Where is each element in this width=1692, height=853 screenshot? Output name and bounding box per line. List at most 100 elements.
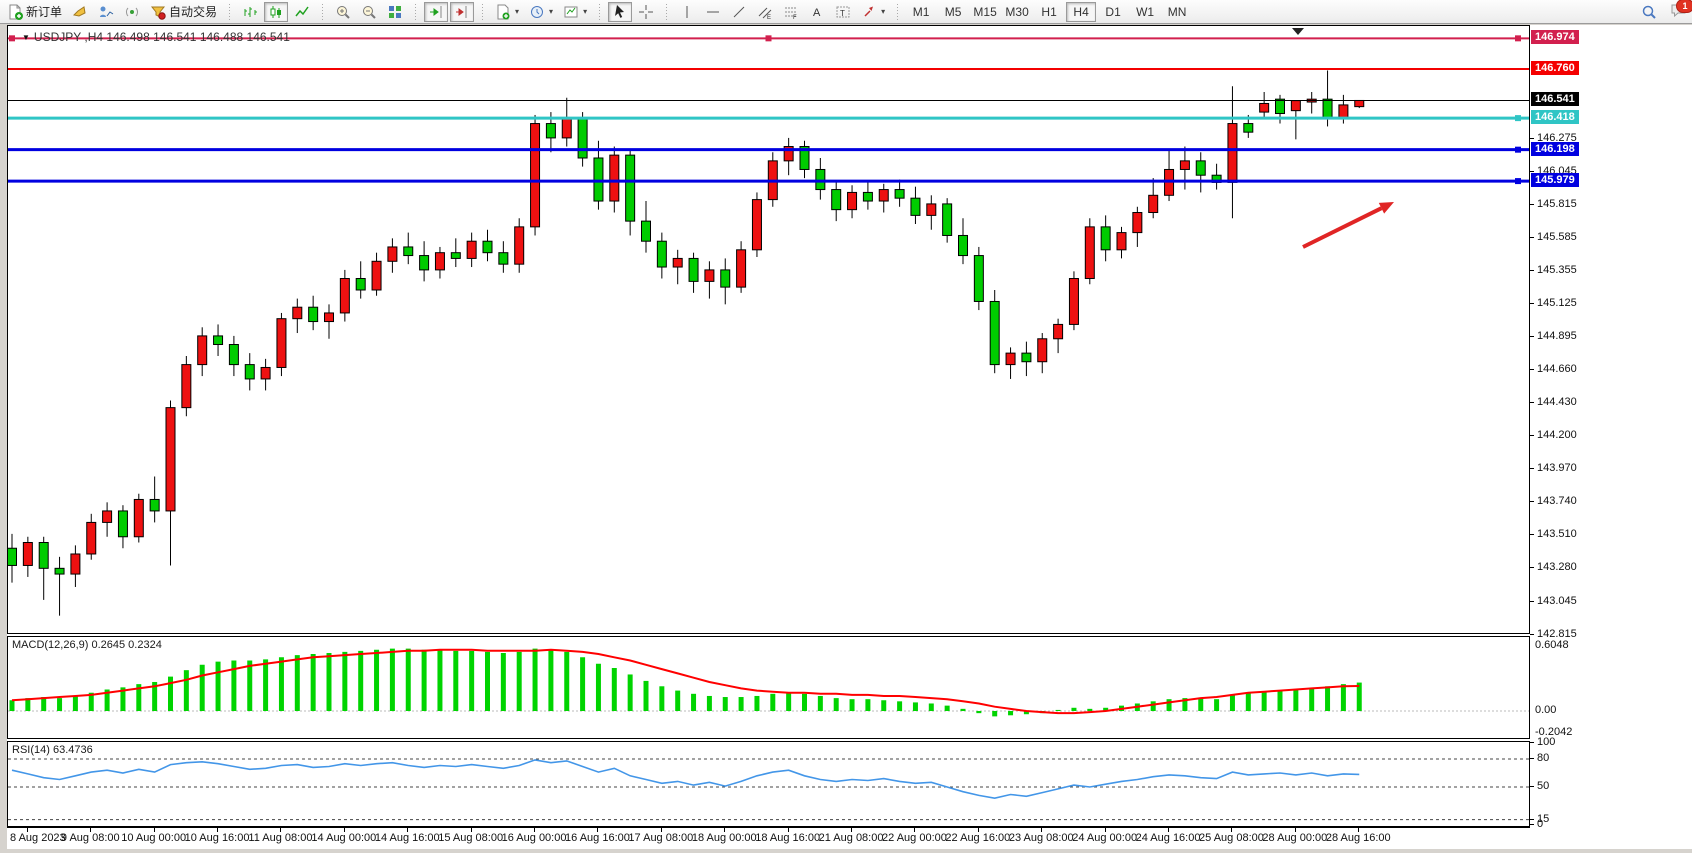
text-label-icon: T [835, 4, 851, 20]
svg-text:E: E [767, 15, 771, 20]
timeframe-m15[interactable]: M15 [970, 2, 1000, 22]
horn-button[interactable] [68, 2, 92, 22]
crosshair-button[interactable] [634, 2, 658, 22]
zoom-group [328, 0, 410, 23]
timeframe-h4[interactable]: H4 [1066, 2, 1096, 22]
time-label: 23 Aug 08:00 [1009, 832, 1074, 844]
autotrading-button[interactable]: 自动交易 [146, 2, 221, 22]
vertical-line-button[interactable] [675, 2, 699, 22]
time-axis[interactable]: 8 Aug 20239 Aug 08:0010 Aug 00:0010 Aug … [7, 827, 1530, 849]
time-label: 24 Aug 16:00 [1136, 832, 1201, 844]
time-label: 8 Aug 2023 [10, 832, 66, 844]
indicators-button[interactable]: ▾ [491, 2, 523, 22]
price-level-badge[interactable]: 146.418 [1531, 110, 1579, 124]
timeframe-w1[interactable]: W1 [1130, 2, 1160, 22]
time-label: 21 Aug 08:00 [819, 832, 884, 844]
trade-group: 新订单 自动交易 [0, 0, 224, 23]
templates-button[interactable]: ▾ [559, 2, 591, 22]
chart-title: ▼ USDJPY ,H4 146.498 146.541 146.488 146… [22, 30, 290, 44]
current-price-badge: 146.541 [1531, 92, 1579, 106]
chart-dropdown-marker-icon: ▼ [22, 33, 30, 42]
objects-group: E F A T ▾ [672, 0, 892, 23]
periods-clock-icon [529, 4, 545, 20]
line-chart-button[interactable] [290, 2, 314, 22]
macd-canvas [8, 637, 1529, 738]
cursor-group [605, 0, 661, 23]
text-label-button[interactable]: T [831, 2, 855, 22]
zoom-in-button[interactable] [331, 2, 355, 22]
new-order-label: 新订单 [26, 3, 62, 20]
timeframe-m1[interactable]: M1 [906, 2, 936, 22]
chart-title-text: USDJPY ,H4 146.498 146.541 146.488 146.5… [34, 30, 290, 44]
time-label: 22 Aug 16:00 [945, 832, 1010, 844]
trader-profile-button[interactable] [94, 2, 118, 22]
price-level-badge[interactable]: 146.760 [1531, 61, 1579, 75]
svg-text:T: T [840, 9, 845, 18]
macd-indicator-pane[interactable]: MACD(12,26,9) 0.2645 0.2324 [7, 636, 1530, 739]
fibonacci-icon: F [783, 4, 799, 20]
periods-button[interactable]: ▾ [525, 2, 557, 22]
time-label: 10 Aug 16:00 [185, 832, 250, 844]
time-label: 9 Aug 08:00 [61, 832, 120, 844]
time-label: 16 Aug 00:00 [502, 832, 567, 844]
auto-scroll-icon [428, 4, 444, 20]
chat-button[interactable]: 1 [1670, 2, 1688, 22]
svg-text:A: A [813, 7, 821, 19]
trend-arrow-annotation [1303, 208, 1381, 247]
signals-button[interactable] [120, 2, 144, 22]
rsi-canvas [8, 742, 1529, 826]
chevron-down-icon: ▾ [515, 7, 519, 16]
svg-text:F: F [793, 15, 797, 20]
price-axis[interactable]: 146.275146.045145.815145.585145.355145.1… [1530, 25, 1688, 827]
rsi-indicator-pane[interactable]: RSI(14) 63.4736 [7, 741, 1530, 827]
arrows-button[interactable]: ▾ [857, 2, 889, 22]
text-button[interactable]: A [805, 2, 829, 22]
new-order-button[interactable]: 新订单 [3, 2, 66, 22]
fibonacci-button[interactable]: F [779, 2, 803, 22]
toolbar-separator [226, 3, 233, 21]
trendline-button[interactable] [727, 2, 751, 22]
timeframe-m5[interactable]: M5 [938, 2, 968, 22]
crosshair-icon [638, 4, 654, 20]
time-label: 22 Aug 00:00 [882, 832, 947, 844]
equidistant-channel-icon: E [757, 4, 773, 20]
toolbar-separator [894, 3, 901, 21]
autotrading-label: 自动交易 [169, 3, 217, 20]
auto-scroll-button[interactable] [424, 2, 448, 22]
arrows-icon [861, 4, 877, 20]
timeframe-mn[interactable]: MN [1162, 2, 1192, 22]
main-chart-canvas [8, 26, 1529, 633]
toolbar-separator [663, 3, 670, 21]
rsi-line [12, 760, 1359, 798]
insert-group: ▾ ▾ ▾ [488, 0, 594, 23]
cursor-button[interactable] [608, 2, 632, 22]
vertical-line-icon [679, 4, 695, 20]
candlestick-chart-icon [268, 4, 284, 20]
time-label: 24 Aug 00:00 [1072, 832, 1137, 844]
toolbar-separator [596, 3, 603, 21]
cursor-icon [612, 4, 628, 20]
chart-type-group [235, 0, 317, 23]
toolbar-separator [412, 3, 419, 21]
chart-shift-button[interactable] [450, 2, 474, 22]
main-chart-pane[interactable]: ▼ USDJPY ,H4 146.498 146.541 146.488 146… [7, 25, 1530, 634]
chart-shift-icon [454, 4, 470, 20]
time-label: 17 Aug 08:00 [628, 832, 693, 844]
zoom-out-button[interactable] [357, 2, 381, 22]
price-level-badge[interactable]: 146.198 [1531, 142, 1579, 156]
indicators-add-icon [495, 4, 511, 20]
channel-button[interactable]: E [753, 2, 777, 22]
price-level-badge[interactable]: 145.979 [1531, 173, 1579, 187]
bar-chart-button[interactable] [238, 2, 262, 22]
time-label: 15 Aug 08:00 [438, 832, 503, 844]
timeframe-d1[interactable]: D1 [1098, 2, 1128, 22]
horizontal-line-button[interactable] [701, 2, 725, 22]
tile-windows-button[interactable] [383, 2, 407, 22]
candlestick-chart-button[interactable] [264, 2, 288, 22]
price-level-badge[interactable]: 146.974 [1531, 30, 1579, 44]
timeframe-h1[interactable]: H1 [1034, 2, 1064, 22]
toolbar-separator [319, 3, 326, 21]
search-button[interactable] [1637, 2, 1661, 22]
timeframe-m30[interactable]: M30 [1002, 2, 1032, 22]
time-label: 11 Aug 08:00 [248, 832, 312, 844]
